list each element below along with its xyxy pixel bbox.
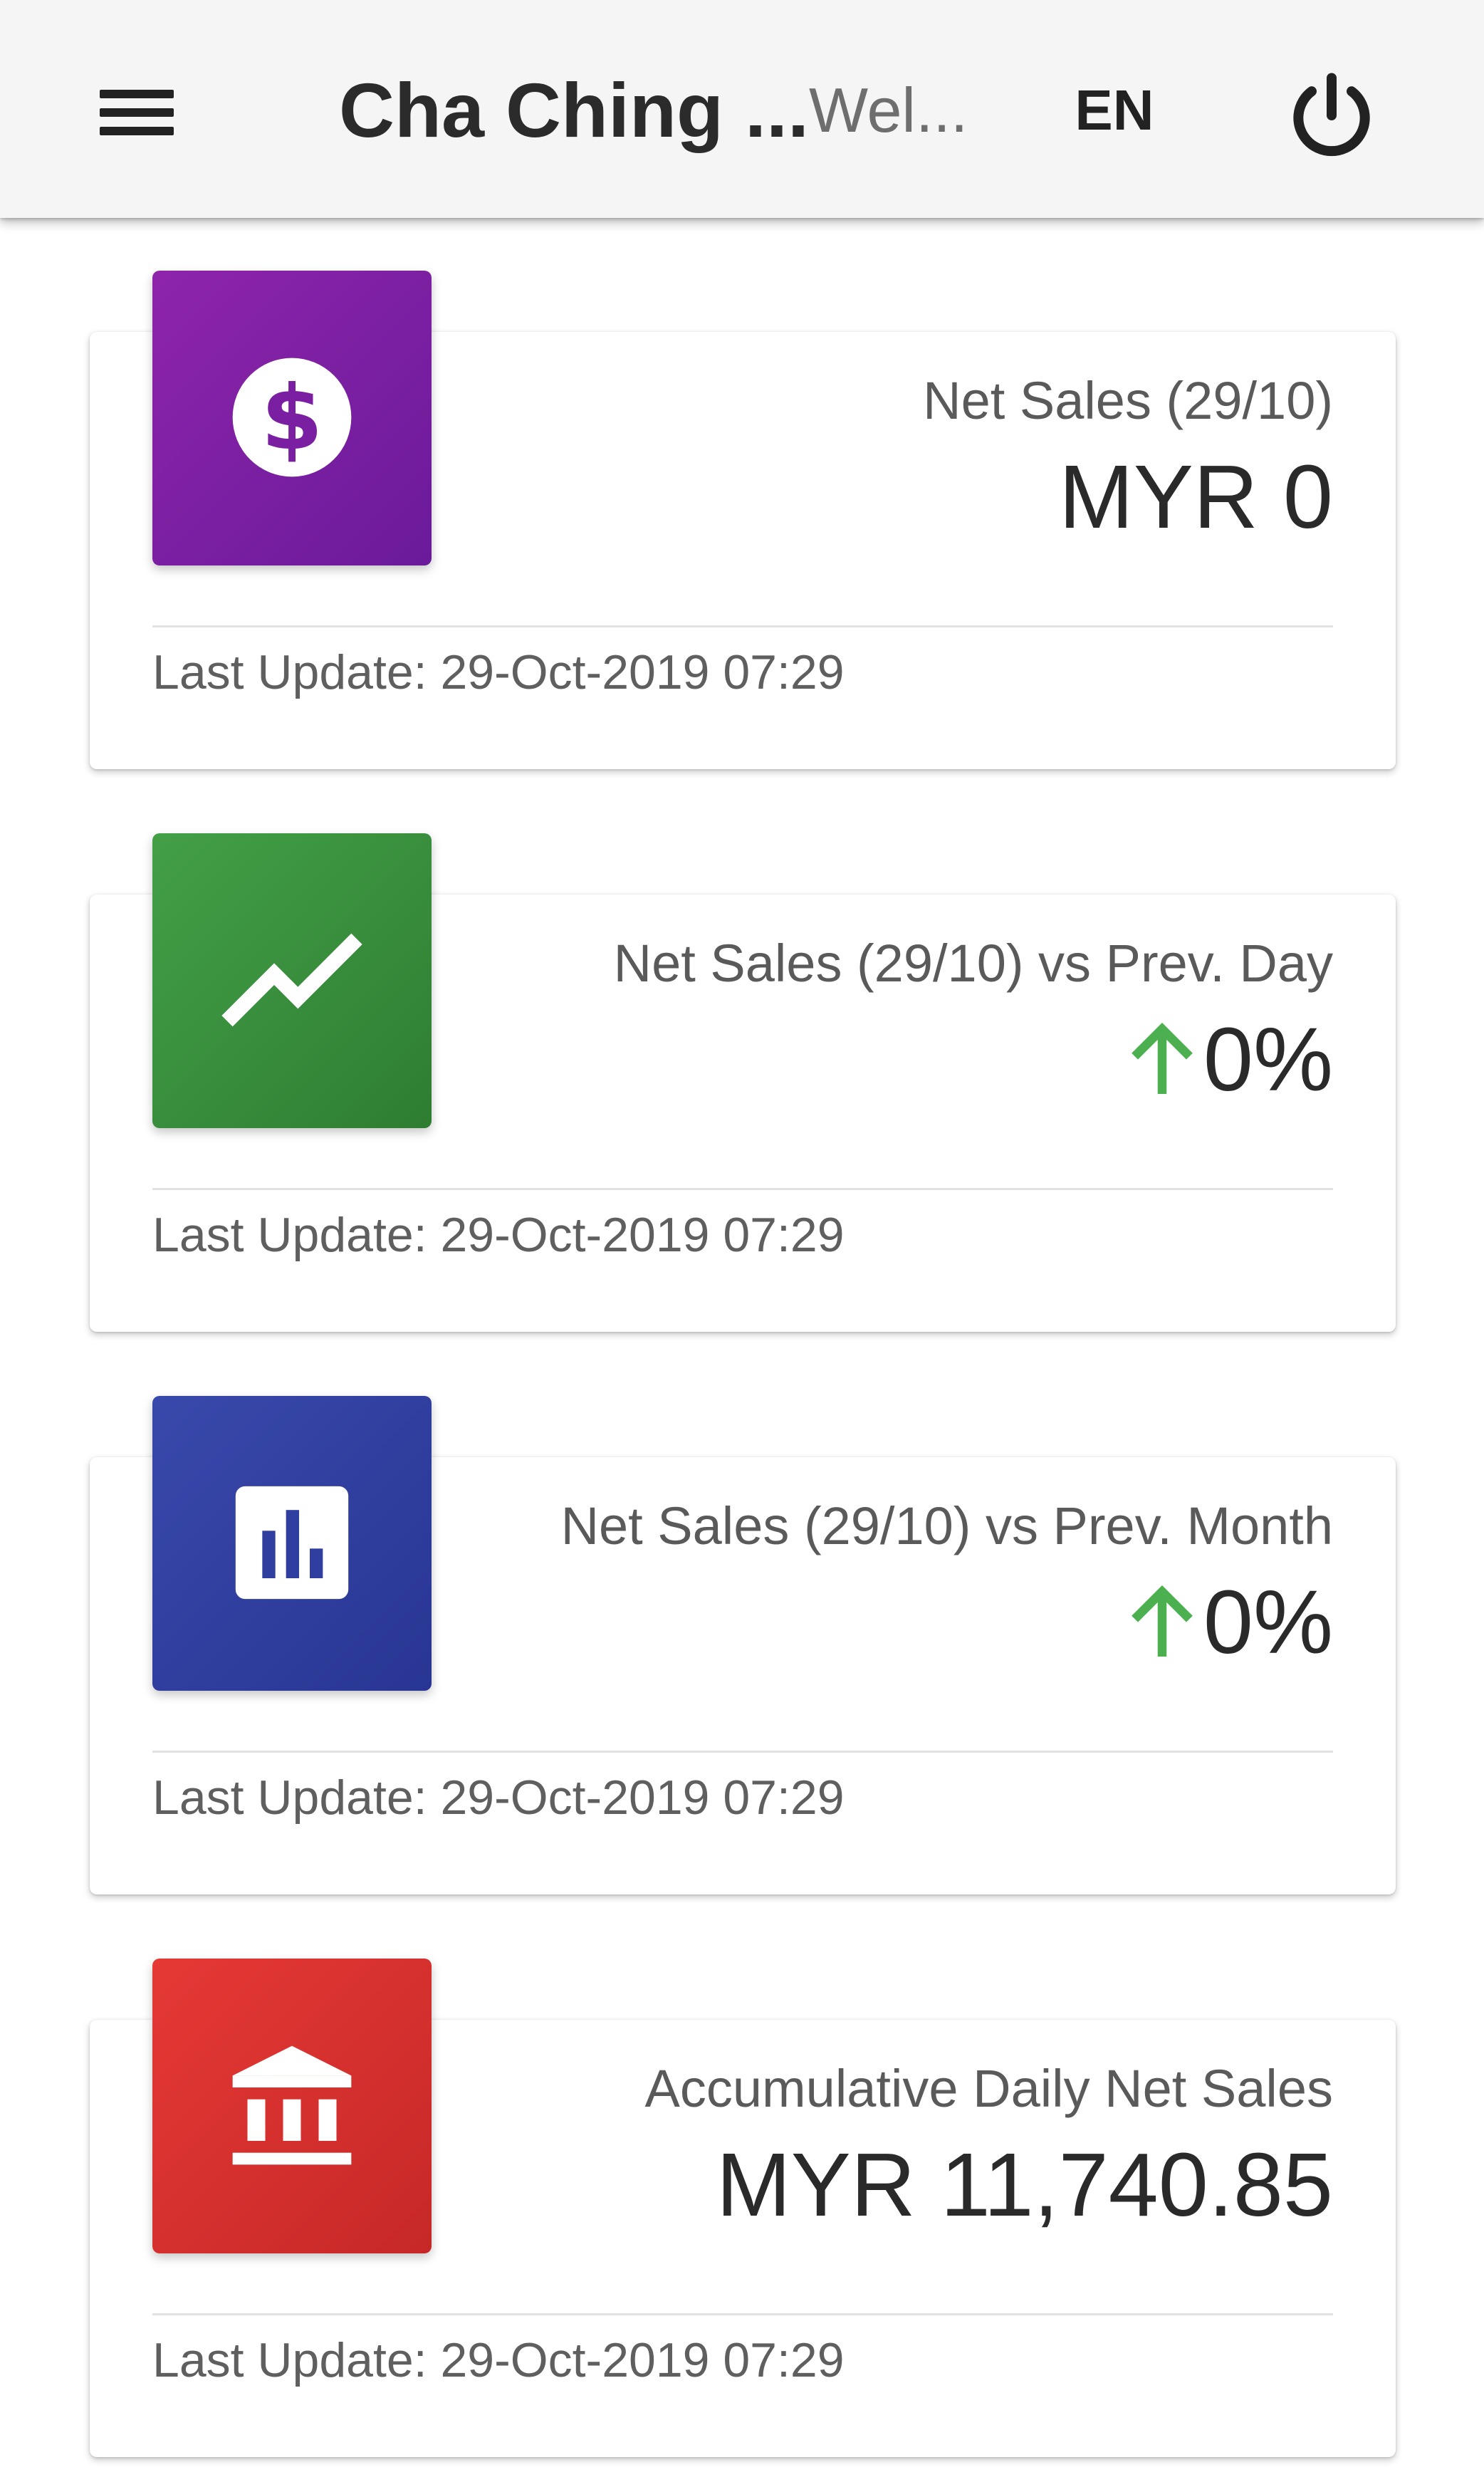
net-sales-vs-prev-month-card: Net Sales (29/10) vs Prev. Month 0% Last… (90, 1396, 1396, 1894)
card-value: MYR 11,740.85 (716, 2135, 1333, 2235)
card-icon-tile (152, 1396, 432, 1691)
arrow-up-icon (1132, 1585, 1193, 1657)
accumulative-daily-net-sales-card: Accumulative Daily Net Sales MYR 11,740.… (90, 1959, 1396, 2457)
logout-button[interactable] (1282, 66, 1381, 165)
card-value-text: MYR 11,740.85 (716, 2134, 1333, 2235)
power-icon (1293, 73, 1370, 157)
net-sales-vs-prev-day-card: Net Sales (29/10) vs Prev. Day 0% Last U… (90, 833, 1396, 1332)
card-divider (152, 625, 1333, 627)
dollar-icon: $ (232, 358, 352, 477)
last-update-text: Last Update: 29-Oct-2019 07:29 (152, 1771, 845, 1825)
card-icon-tile (152, 833, 432, 1128)
card-label: Accumulative Daily Net Sales (644, 2059, 1333, 2118)
card-divider (152, 1188, 1333, 1190)
card-value: MYR 0 (1059, 447, 1333, 547)
trending-up-icon (221, 933, 362, 1027)
card-divider (152, 2313, 1333, 2315)
card-icon-tile (152, 1959, 432, 2253)
last-update-text: Last Update: 29-Oct-2019 07:29 (152, 1208, 845, 1262)
card-icon-tile: $ (152, 271, 432, 565)
language-button[interactable]: EN (1054, 71, 1175, 150)
card-value-text: MYR 0 (1058, 447, 1333, 547)
last-update-text: Last Update: 29-Oct-2019 07:29 (152, 2333, 845, 2387)
app-title: Cha Ching ... (339, 67, 809, 153)
card-divider (152, 1751, 1333, 1753)
card-value: 0% (1128, 1573, 1333, 1672)
app-bar: Cha Ching ... Wel... EN (0, 0, 1484, 218)
card-value-text: 0% (1203, 1572, 1333, 1672)
card-value: 0% (1128, 1010, 1333, 1110)
bar-chart-icon (235, 1486, 349, 1600)
arrow-up-icon (1132, 1022, 1193, 1094)
menu-button[interactable] (80, 66, 194, 158)
net-sales-card: $ Net Sales (29/10) MYR 0 Last Update: 2… (90, 271, 1396, 769)
bank-icon (232, 2045, 352, 2165)
welcome-text: Wel... (809, 75, 968, 145)
last-update-text: Last Update: 29-Oct-2019 07:29 (152, 645, 845, 699)
card-label: Net Sales (29/10) (923, 371, 1333, 430)
card-value-text: 0% (1203, 1009, 1333, 1110)
svg-text:$: $ (261, 367, 323, 470)
card-label: Net Sales (29/10) vs Prev. Day (613, 934, 1333, 993)
card-label: Net Sales (29/10) vs Prev. Month (560, 1496, 1333, 1555)
